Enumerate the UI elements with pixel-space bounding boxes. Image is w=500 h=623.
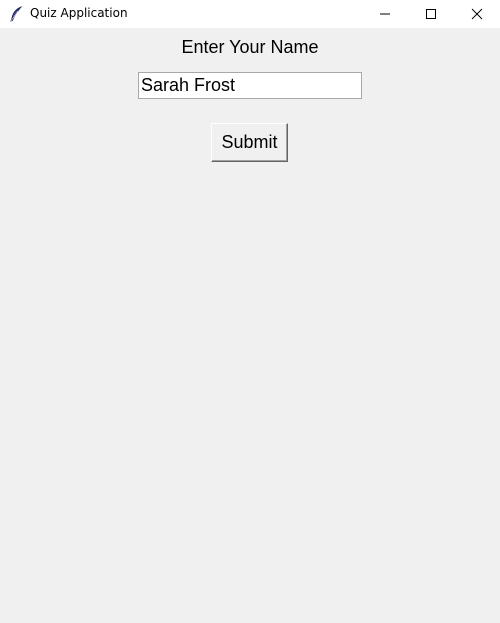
close-icon (471, 5, 483, 24)
name-input[interactable] (138, 72, 362, 99)
minimize-button[interactable] (362, 0, 408, 28)
feather-icon (9, 6, 23, 22)
maximize-button[interactable] (408, 0, 454, 28)
minimize-icon (379, 5, 391, 24)
window-title: Quiz Application (30, 6, 128, 20)
main-content: Enter Your Name Submit (0, 28, 500, 623)
maximize-icon (425, 5, 437, 24)
title-bar[interactable]: Quiz Application (0, 0, 500, 28)
close-button[interactable] (454, 0, 500, 28)
submit-button[interactable]: Submit (211, 123, 288, 162)
app-window: Quiz Application Enter Your Name Sarah F… (0, 0, 500, 623)
name-prompt-label: Enter Your Name (181, 37, 319, 57)
